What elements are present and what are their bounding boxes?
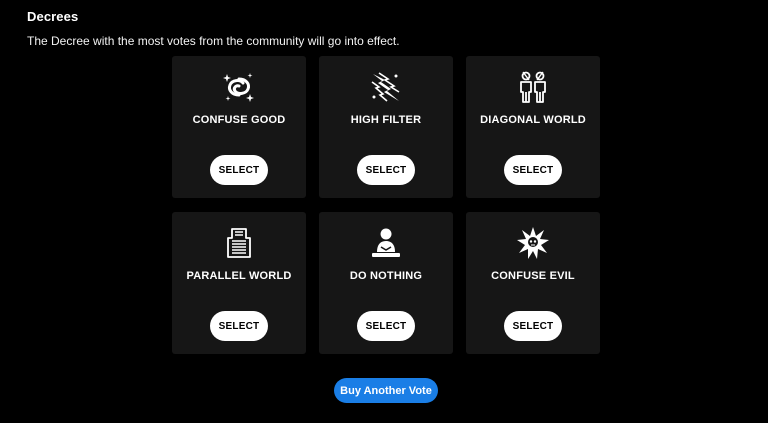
page-title: Decrees [27,9,79,24]
select-button-diagonal-world[interactable]: SELECT [504,155,562,185]
page-subtitle: The Decree with the most votes from the … [27,34,400,48]
decree-name: HIGH FILTER [350,114,422,126]
meditating-person-icon [369,226,403,260]
decree-card-confuse-good: CONFUSE GOOD SELECT [172,56,306,198]
decree-name: PARALLEL WORLD [186,270,292,282]
decree-name: CONFUSE GOOD [192,114,286,126]
select-button-parallel-world[interactable]: SELECT [210,311,268,341]
decree-card-high-filter: HIGH FILTER SELECT [319,56,453,198]
decree-card-diagonal-world: DIAGONAL WORLD SELECT [466,56,600,198]
decree-name: DIAGONAL WORLD [480,114,586,126]
decree-name: CONFUSE EVIL [491,270,575,282]
select-button-confuse-evil[interactable]: SELECT [504,311,562,341]
explosion-skull-icon [516,226,550,260]
decree-grid: CONFUSE GOOD SELECT HIGH FILTER SELECT D… [172,56,600,354]
lightning-spark-icon [369,70,403,104]
select-button-high-filter[interactable]: SELECT [357,155,415,185]
select-button-confuse-good[interactable]: SELECT [210,155,268,185]
decree-card-parallel-world: PARALLEL WORLD SELECT [172,212,306,354]
decree-card-confuse-evil: CONFUSE EVIL SELECT [466,212,600,354]
decrees-page: Decrees The Decree with the most votes f… [0,0,768,423]
buy-another-vote-button[interactable]: Buy Another Vote [334,378,438,403]
swirl-stars-icon [222,70,256,104]
parallel-figure-icon [222,226,256,260]
select-button-do-nothing[interactable]: SELECT [357,311,415,341]
two-people-icon [516,70,550,104]
decree-name: DO NOTHING [349,270,423,282]
decree-card-do-nothing: DO NOTHING SELECT [319,212,453,354]
